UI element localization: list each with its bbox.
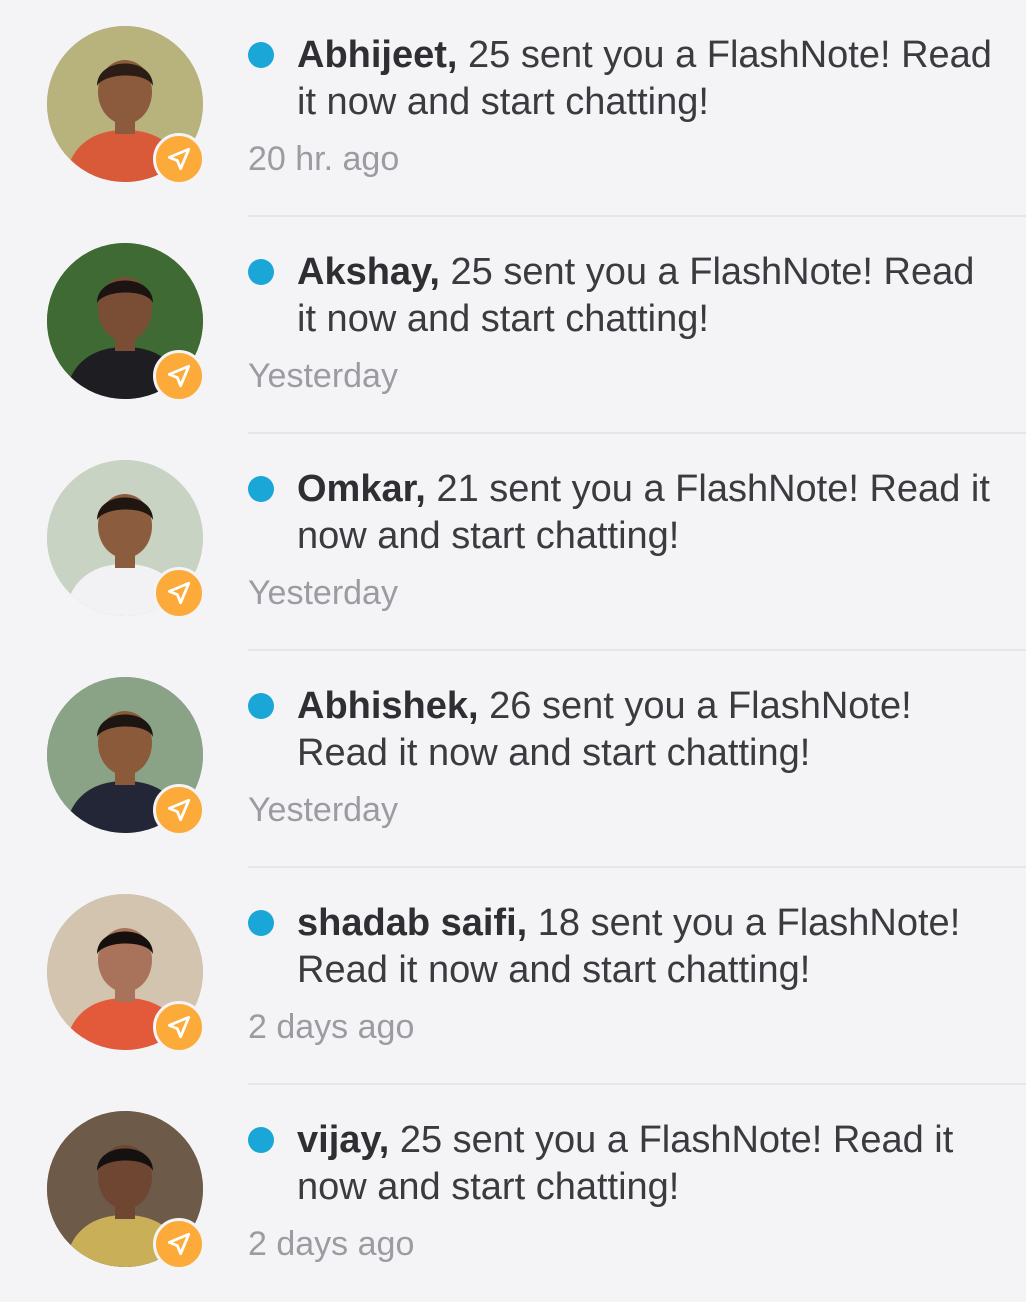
notification-message: Abhijeet, 25 sent you a FlashNote! Read … <box>297 32 997 126</box>
timestamp: 2 days ago <box>248 1225 415 1263</box>
send-icon <box>167 1232 191 1256</box>
sender-age: 21 <box>436 468 479 510</box>
timestamp: Yesterday <box>248 574 398 612</box>
flashnote-badge <box>153 784 205 836</box>
sender-name: Abhijeet, <box>297 34 458 76</box>
unread-dot <box>248 910 274 936</box>
unread-dot <box>248 42 274 68</box>
sender-name: Omkar, <box>297 468 426 510</box>
sender-age: 25 <box>468 34 511 76</box>
flashnote-badge <box>153 133 205 185</box>
avatar[interactable] <box>47 243 205 402</box>
sender-name: Abhishek, <box>297 685 479 727</box>
send-icon <box>167 364 191 388</box>
sender-name: Akshay, <box>297 251 440 293</box>
notification-message: Omkar, 21 sent you a FlashNote! Read it … <box>297 466 997 560</box>
avatar[interactable] <box>47 677 205 836</box>
timestamp: 2 days ago <box>248 1008 415 1046</box>
avatar[interactable] <box>47 26 205 185</box>
notification-message: Akshay, 25 sent you a FlashNote! Read it… <box>297 249 997 343</box>
sender-age: 25 <box>450 251 493 293</box>
flashnote-badge <box>153 567 205 619</box>
timestamp: 20 hr. ago <box>248 140 400 178</box>
send-icon <box>167 1015 191 1039</box>
notification-item[interactable]: shadab saifi, 18 sent you a FlashNote! R… <box>0 868 1026 1085</box>
timestamp: Yesterday <box>248 357 398 395</box>
send-icon <box>167 581 191 605</box>
flashnote-badge <box>153 1218 205 1270</box>
send-icon <box>167 798 191 822</box>
unread-dot <box>248 476 274 502</box>
notification-message: shadab saifi, 18 sent you a FlashNote! R… <box>297 900 997 994</box>
notification-message: Abhishek, 26 sent you a FlashNote! Read … <box>297 683 997 777</box>
unread-dot <box>248 1127 274 1153</box>
sender-age: 25 <box>399 1119 443 1161</box>
notification-item[interactable]: Akshay, 25 sent you a FlashNote! Read it… <box>0 217 1026 434</box>
notification-list: Abhijeet, 25 sent you a FlashNote! Read … <box>0 0 1026 1280</box>
notification-message: vijay, 25 sent you a FlashNote! Read it … <box>297 1117 997 1211</box>
avatar[interactable] <box>47 460 205 619</box>
avatar[interactable] <box>47 1111 205 1270</box>
unread-dot <box>248 693 274 719</box>
flashnote-badge <box>153 350 205 402</box>
unread-dot <box>248 259 274 285</box>
message-text: sent you a FlashNote! Read it now and st… <box>297 1119 954 1208</box>
sender-name: shadab saifi, <box>297 902 528 944</box>
flashnote-badge <box>153 1001 205 1053</box>
sender-name: vijay, <box>297 1119 390 1161</box>
notification-item[interactable]: Omkar, 21 sent you a FlashNote! Read it … <box>0 434 1026 651</box>
notification-item[interactable]: Abhijeet, 25 sent you a FlashNote! Read … <box>0 0 1026 217</box>
timestamp: Yesterday <box>248 791 398 829</box>
notification-item[interactable]: vijay, 25 sent you a FlashNote! Read it … <box>0 1085 1026 1302</box>
avatar[interactable] <box>47 894 205 1053</box>
sender-age: 18 <box>537 902 581 944</box>
notification-item[interactable]: Abhishek, 26 sent you a FlashNote! Read … <box>0 651 1026 868</box>
sender-age: 26 <box>489 685 532 727</box>
send-icon <box>167 147 191 171</box>
